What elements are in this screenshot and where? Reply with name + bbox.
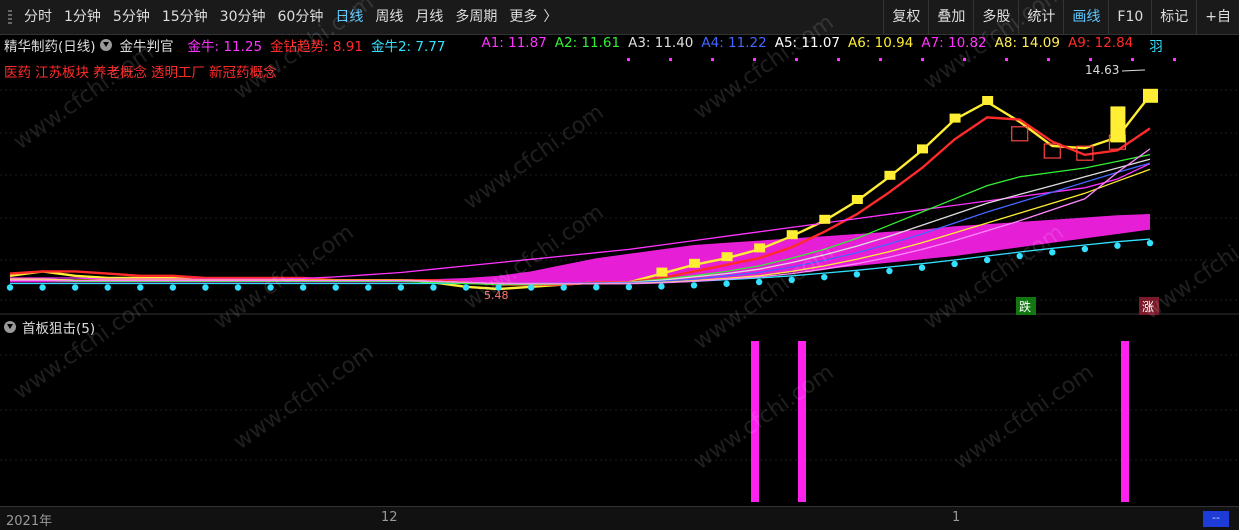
trend-dot-6: [202, 284, 209, 291]
trend-dot-35: [1146, 239, 1154, 247]
price-chart: 14.635.48跌 涨www.cfchi.com www.cfchi.comwww…: [0, 0, 1239, 502]
down-badge: 跌: [1019, 299, 1031, 314]
high-price-pointer: [1121, 69, 1146, 72]
marker-dot-11: [1089, 58, 1092, 61]
trend-dot-11: [365, 284, 372, 291]
marker-dot-1: [669, 58, 672, 61]
trend-dot-27: [886, 267, 893, 275]
marker-dot-12: [1131, 58, 1134, 61]
watermark-0: www.cfchi.com: [9, 40, 158, 155]
time-axis: 2021年 12 1 --: [0, 506, 1239, 530]
trend-dot-17: [560, 284, 567, 291]
trend-dot-1: [39, 284, 46, 291]
watermark-10: www.cfchi.com: [9, 290, 158, 405]
candle-up-22: [721, 252, 733, 262]
trend-dot-30: [983, 256, 991, 264]
candle-up-big: [1110, 106, 1126, 143]
trend-dot-2: [71, 284, 79, 291]
trend-dot-29: [951, 260, 958, 268]
candle-up-30: [982, 96, 994, 105]
trend-dot-20: [658, 283, 665, 290]
watermark-4: www.cfchi.com: [919, 0, 1068, 95]
trend-dot-19: [625, 283, 633, 291]
candle-up-last: [1143, 88, 1158, 103]
signal-bar-2: [1121, 341, 1129, 502]
trend-dot-28: [918, 264, 926, 271]
trend-dot-25: [821, 273, 828, 281]
watermark-2: www.cfchi.com: [459, 100, 608, 215]
candle-up-20: [656, 267, 668, 277]
watermark-12: www.cfchi.com: [689, 360, 838, 475]
candle-up-24: [786, 230, 798, 240]
candle-down-31: [1011, 126, 1029, 142]
high-price-label: 14.63: [1085, 63, 1119, 77]
marker-dot-13: [1173, 58, 1176, 61]
watermark-3: www.cfchi.com: [689, 10, 838, 125]
trend-dot-22: [723, 280, 730, 287]
trend-dot-16: [527, 284, 535, 291]
trend-dot-18: [593, 284, 600, 291]
marker-dot-2: [711, 58, 714, 61]
trend-dot-26: [853, 271, 861, 278]
time-label-jan: 1: [952, 510, 961, 525]
scroll-button[interactable]: --: [1203, 511, 1229, 527]
marker-dot-0: [627, 58, 630, 61]
candle-up-27: [884, 170, 896, 180]
indicator-dropdown-icon[interactable]: [4, 321, 16, 333]
trend-dot-4: [137, 284, 144, 291]
trend-dot-10: [332, 284, 339, 291]
trend-dot-9: [299, 284, 307, 291]
candle-up-21: [689, 258, 700, 268]
trend-dot-33: [1081, 245, 1089, 253]
candle-up-28: [917, 144, 928, 154]
marker-dot-10: [1047, 58, 1050, 61]
time-label-dec: 12: [381, 510, 398, 525]
signal-bar-1: [798, 341, 806, 502]
marker-dot-6: [879, 58, 882, 61]
marker-dot-9: [1005, 58, 1008, 61]
trend-dot-12: [397, 284, 405, 291]
watermark-6: www.cfchi.com: [459, 200, 608, 315]
candle-up-25: [819, 214, 831, 224]
trend-dot-5: [169, 284, 177, 291]
watermark-11: www.cfchi.com: [229, 340, 378, 455]
watermark-1: www.cfchi.com: [229, 0, 378, 105]
trend-dot-34: [1114, 242, 1121, 249]
candle-up-29: [949, 113, 961, 123]
trend-dot-3: [104, 284, 111, 291]
trend-dot-0: [6, 284, 14, 291]
candle-up-23: [754, 243, 766, 253]
trend-dot-13: [430, 284, 437, 291]
time-label-year: 2021年: [6, 514, 53, 529]
trend-dot-21: [690, 282, 698, 289]
indicator-header: 首板狙击(5): [0, 317, 95, 337]
candle-up-26: [851, 195, 863, 204]
trend-dot-7: [234, 284, 242, 291]
watermark-9: www.cfchi.com: [1139, 210, 1239, 325]
marker-dot-5: [837, 58, 840, 61]
watermark-13: www.cfchi.com: [949, 360, 1098, 475]
marker-dot-7: [921, 58, 924, 61]
indicator-title: 首板狙击(5): [22, 321, 96, 337]
